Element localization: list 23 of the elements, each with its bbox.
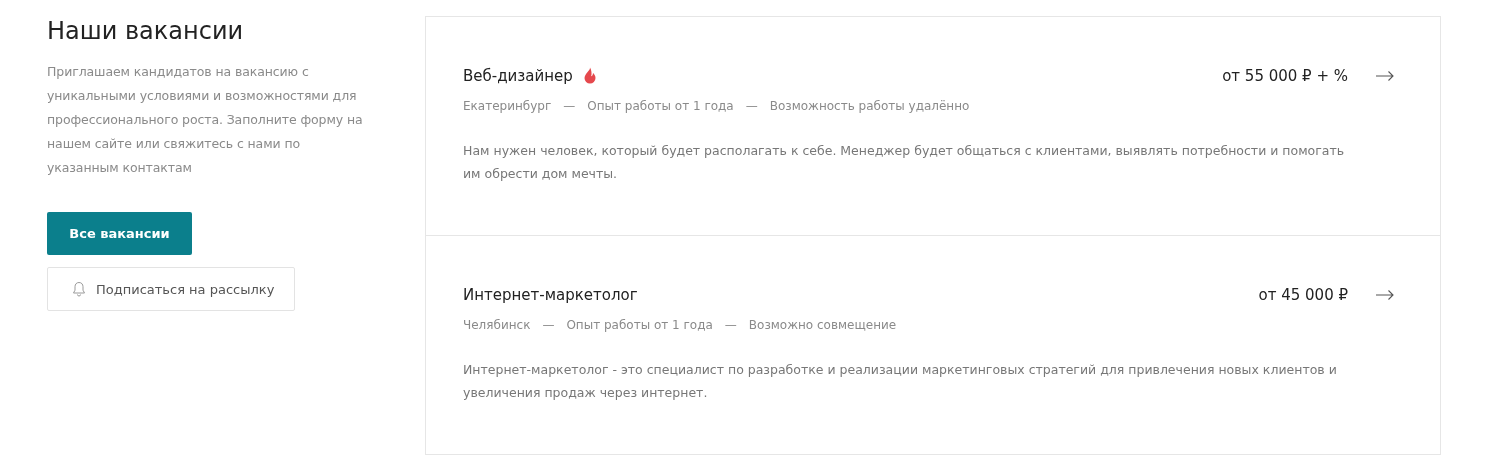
bell-icon — [72, 281, 86, 297]
separator-dash: — — [542, 318, 555, 332]
vacancy-detail: Екатеринбург — [463, 99, 552, 113]
subscribe-button[interactable]: Подписаться на рассылку — [47, 267, 296, 311]
vacancy-description: Нам нужен человек, который будет располагать к себе. Менеджер будет общаться с клиентами, выявлять потребности и помогать им обрести дом мечты. — [463, 142, 1346, 183]
salary: от 45 000 ₽ — [1258, 286, 1348, 304]
vacancy-detail: Возможно совмещение — [748, 318, 897, 332]
vacancy-detail: Опыт работы от 1 года — [587, 99, 734, 113]
all-vacancies-button[interactable]: Все вакансии — [47, 212, 192, 255]
separator-dash: — — [724, 318, 737, 332]
intro-paragraph: Приглашаем кандидатов на вакансию с уникальными условиями и возможностями для профессионального роста. Заполните форму на нашем сайте или свяжитесь с нами по указанным контактам — [47, 63, 364, 177]
vacancy-description: Интернет-маркетолог - это специалист по разработке и реализации маркетинговых стратегий для привлечения новых клиентов и увеличения продаж через интернет. — [463, 361, 1338, 402]
vacancy-detail: Возможность работы удалённо — [769, 99, 970, 113]
vacancy-detail: Опыт работы от 1 года — [566, 318, 713, 332]
vacancy-detail: Челябинск — [463, 318, 531, 332]
arrow-right-icon[interactable] — [1376, 290, 1394, 300]
vacancy-title[interactable]: Интернет-маркетолог — [463, 286, 638, 304]
section-title: Наши вакансии — [47, 16, 244, 46]
arrow-right-icon[interactable] — [1376, 71, 1394, 81]
separator-dash: — — [745, 99, 758, 113]
vacancy-title[interactable]: Веб-дизайнер — [463, 67, 573, 85]
separator-dash: — — [563, 99, 576, 113]
salary: от 55 000 ₽ + % — [1222, 67, 1348, 85]
